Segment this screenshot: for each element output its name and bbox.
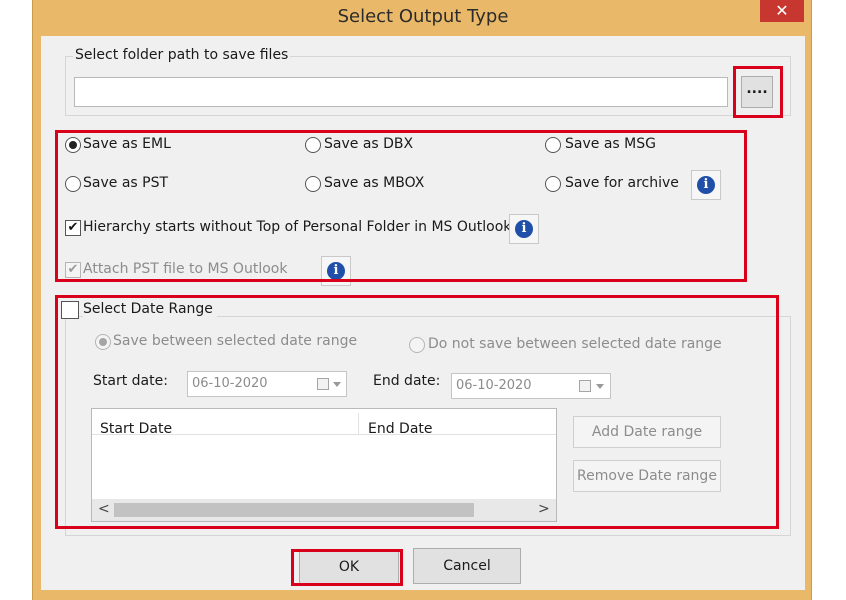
close-button[interactable]: ✕ [760, 0, 804, 22]
format-options-highlight [55, 130, 747, 282]
browse-highlight [733, 66, 783, 118]
folder-path-input[interactable] [74, 77, 728, 107]
dialog-window: Select Output Type ✕ Select folder path … [32, 0, 812, 600]
dialog-client-area: Select folder path to save files .... Sa… [41, 36, 805, 590]
dialog-title: Select Output Type [337, 6, 509, 27]
folder-group-label: Select folder path to save files [73, 47, 291, 63]
cancel-button[interactable]: Cancel [413, 548, 521, 584]
date-range-highlight [55, 295, 779, 529]
ok-highlight [291, 549, 403, 586]
close-icon: ✕ [775, 1, 789, 20]
